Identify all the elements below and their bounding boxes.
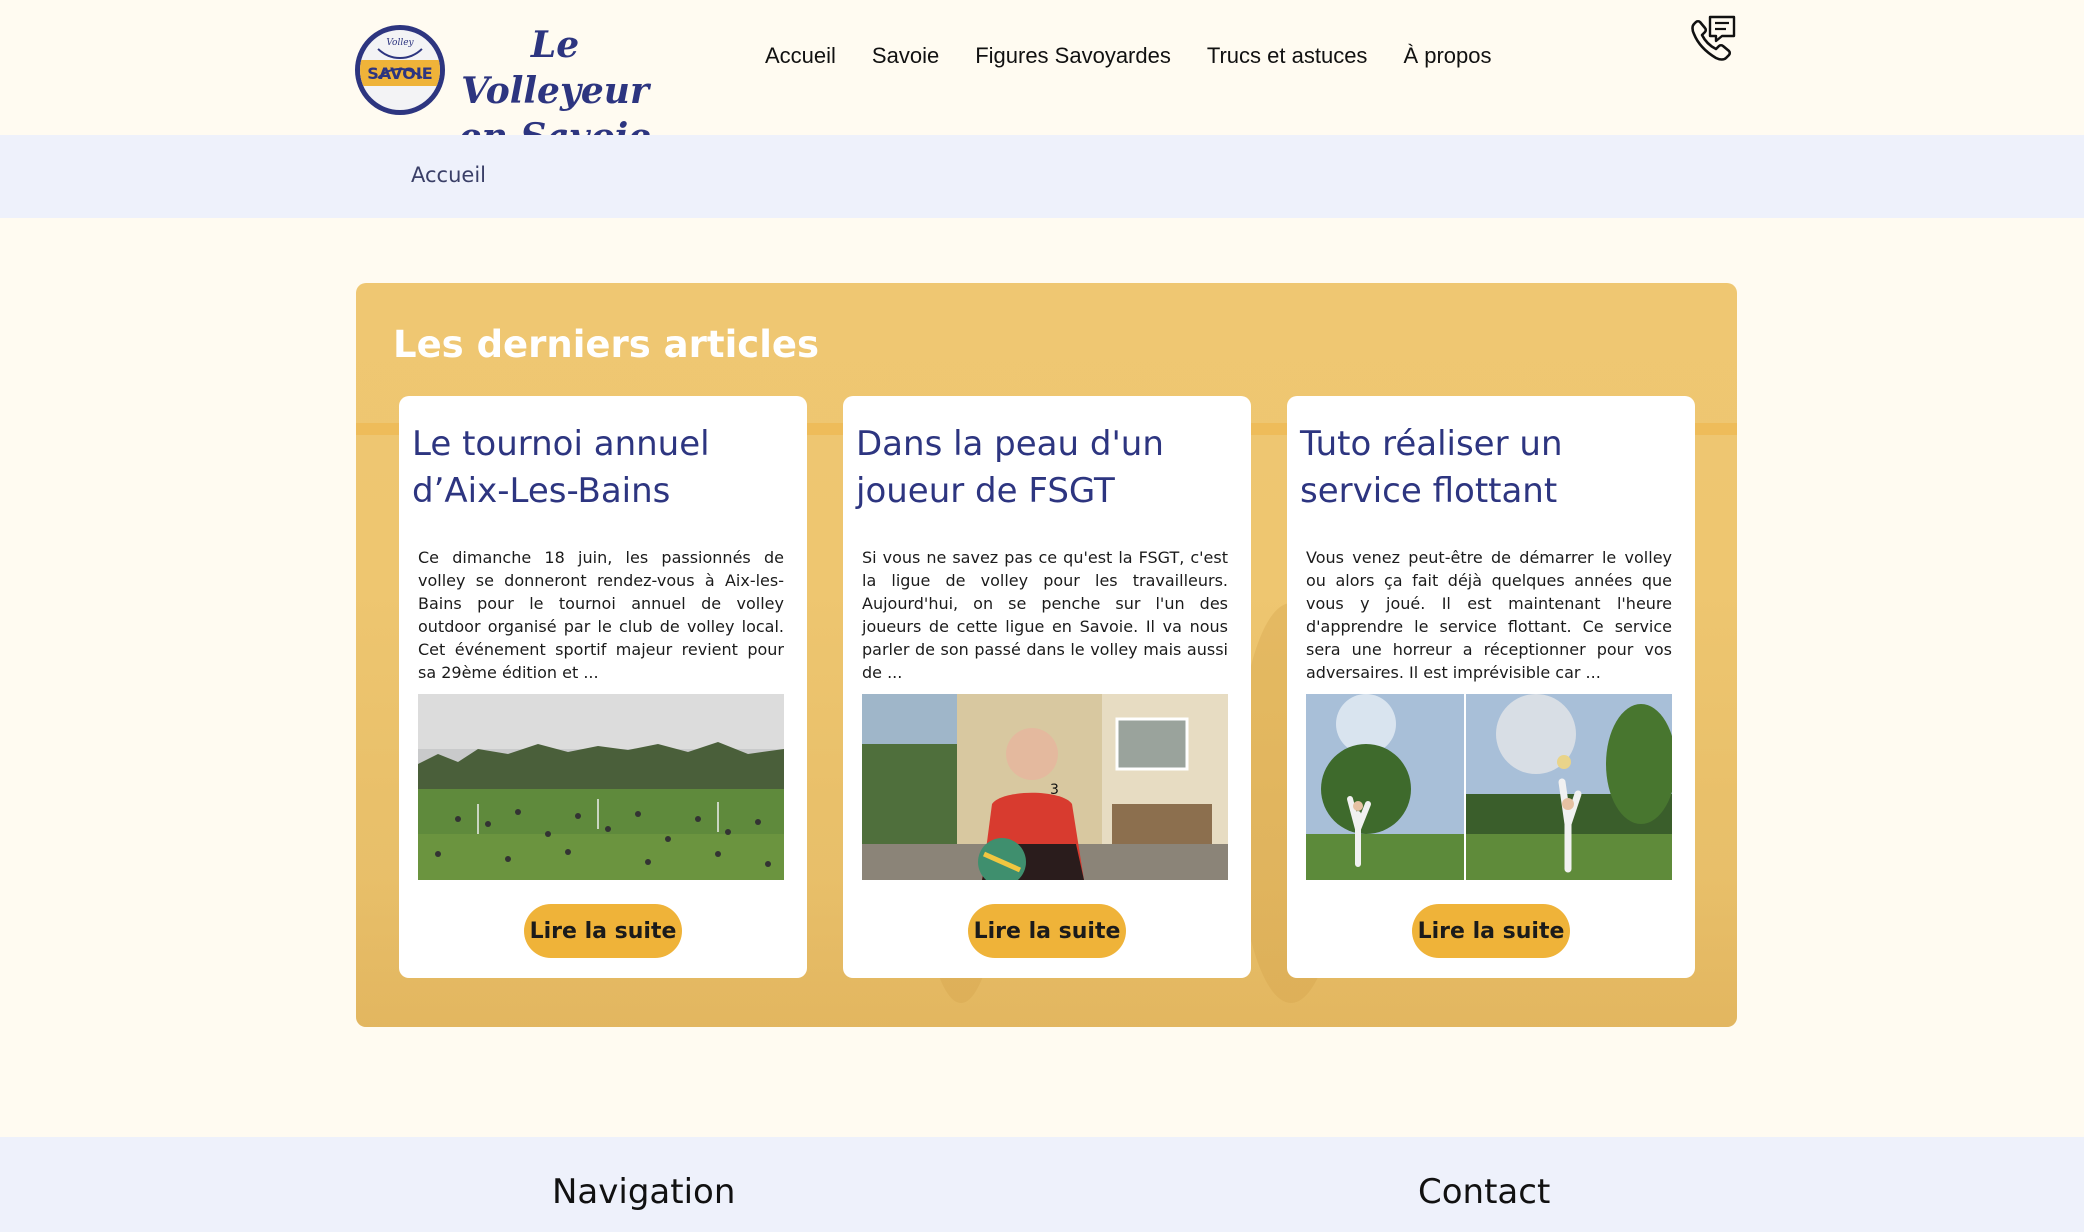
article-excerpt: Si vous ne savez pas ce qu'est la FSGT, … [862,548,1228,682]
article-title[interactable]: Dans la peau d'un joueur de FSGT [856,421,1241,515]
main-nav: Accueil Savoie Figures Savoyardes Trucs … [765,40,1492,72]
footer-contact-heading: Contact [1418,1172,1551,1212]
section-title: Les derniers articles [393,323,819,366]
article-card: Le tournoi annuel d’Aix-Les-Bains Ce dim… [399,396,807,978]
read-more-button[interactable]: Lire la suite [968,904,1126,958]
article-title[interactable]: Tuto réaliser un service flottant [1300,421,1685,515]
brand-line-1: Le Volleyeur [461,24,649,112]
phone-message-icon[interactable] [1688,14,1738,64]
site-footer: Navigation Contact [0,1137,2084,1232]
article-title[interactable]: Le tournoi annuel d’Aix-Les-Bains [412,421,797,515]
article-excerpt: Vous venez peut-être de démarrer le voll… [1306,548,1672,682]
article-card: Tuto réaliser un service flottant Vous v… [1287,396,1695,978]
svg-text:3: 3 [1050,782,1059,798]
nav-link-figures-savoyardes[interactable]: Figures Savoyardes [975,40,1171,72]
nav-link-accueil[interactable]: Accueil [765,40,836,72]
article-card: Dans la peau d'un joueur de FSGT Si vous… [843,396,1251,978]
latest-articles-section: Les derniers articles Le tournoi annuel … [356,283,1737,1027]
nav-link-trucs-et-astuces[interactable]: Trucs et astuces [1207,40,1368,72]
breadcrumb: Accueil [0,135,2084,218]
player-portrait-photo[interactable]: 3 [862,694,1228,880]
article-excerpt: Ce dimanche 18 juin, les passionnés de v… [418,548,784,682]
read-more-button[interactable]: Lire la suite [524,904,682,958]
nav-link-a-propos[interactable]: À propos [1403,40,1491,72]
site-header: Volley SAVOIE Le Volleyeur en Savoie Acc… [0,0,2084,158]
logo-top-text: Volley [386,38,414,48]
footer-navigation-heading: Navigation [552,1172,736,1212]
tournament-field-photo[interactable] [418,694,784,880]
site-logo[interactable]: Volley SAVOIE [355,25,445,115]
read-more-button[interactable]: Lire la suite [1412,904,1570,958]
serve-tutorial-photos[interactable] [1306,694,1672,880]
breadcrumb-current[interactable]: Accueil [411,163,486,187]
nav-link-savoie[interactable]: Savoie [872,40,939,72]
